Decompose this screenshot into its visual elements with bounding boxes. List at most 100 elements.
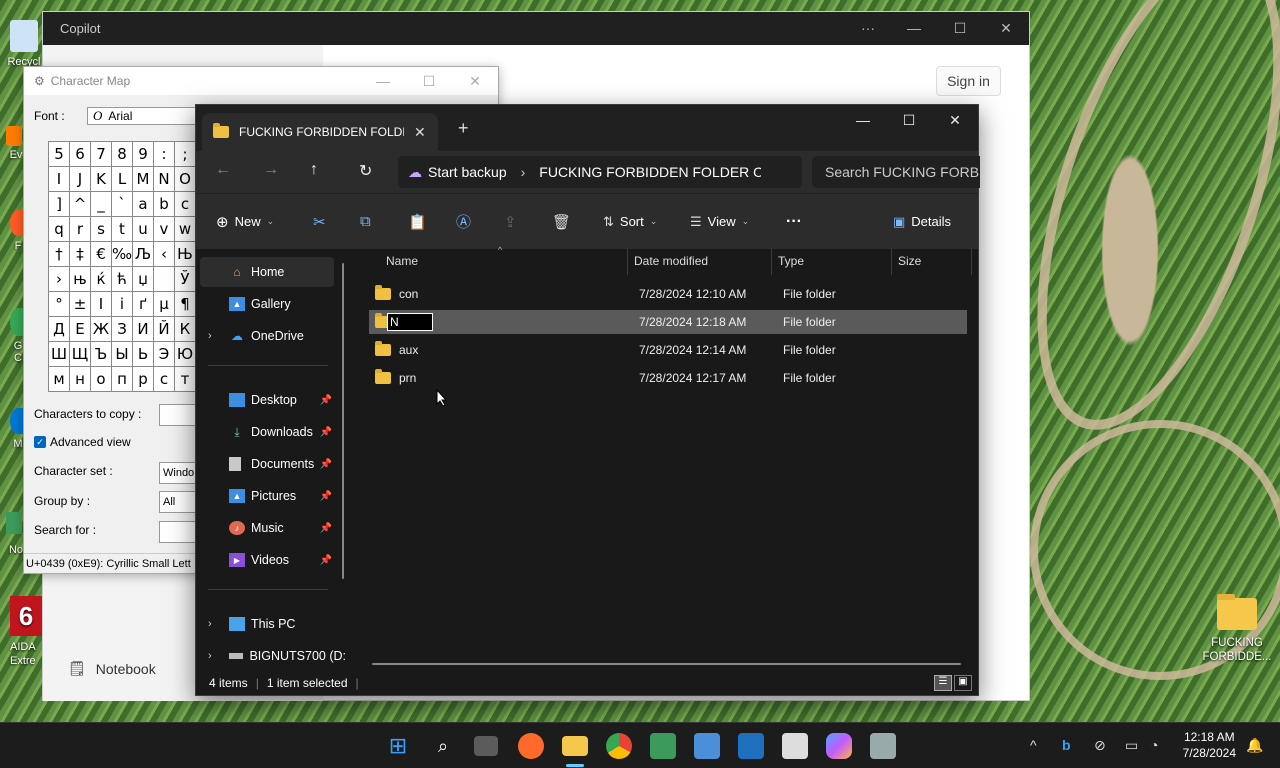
advanced-view-checkbox[interactable]: ✓ Advanced view <box>34 435 131 449</box>
character-cell[interactable]: р <box>133 367 154 392</box>
snipping-tool-taskbar-icon[interactable] <box>782 733 808 759</box>
character-cell[interactable]: І <box>91 292 112 317</box>
character-cell[interactable]: 5 <box>49 142 70 167</box>
back-arrow-icon[interactable]: ← <box>215 161 231 179</box>
character-cell[interactable]: 7 <box>91 142 112 167</box>
start-backup-button[interactable]: Start backup <box>428 164 507 180</box>
copilot-taskbar-icon[interactable] <box>826 733 852 759</box>
notification-bell-icon[interactable]: 🔔 <box>1246 737 1263 754</box>
character-cell[interactable]: s <box>91 217 112 242</box>
column-header-name[interactable]: Name <box>386 249 418 273</box>
pin-icon[interactable]: 📌 <box>320 395 332 406</box>
sidebar-item-downloads[interactable]: ⤓ Downloads 📌 <box>196 417 336 447</box>
column-divider[interactable] <box>971 249 972 275</box>
sidebar-item-drive[interactable]: › BIGNUTS700 (D: <box>196 641 346 671</box>
desktop-folder-icon[interactable]: FUCKING FORBIDDE... <box>1200 594 1274 664</box>
sidebar-item-onedrive[interactable]: › ☁ OneDrive <box>196 321 336 351</box>
character-cell[interactable]: ° <box>49 292 70 317</box>
notebook-button[interactable]: 🗒 Notebook <box>68 660 156 677</box>
characters-to-copy-input[interactable] <box>159 404 199 426</box>
character-cell[interactable]: м <box>49 367 70 392</box>
start-windows-icon[interactable]: ⊞ <box>385 733 411 759</box>
character-cell[interactable]: ‡ <box>70 242 91 267</box>
charmap-minimize-button[interactable]: — <box>360 73 406 90</box>
character-cell[interactable]: ± <box>70 292 91 317</box>
sidebar-item-music[interactable]: ♪ Music 📌 <box>196 513 336 543</box>
character-cell[interactable]: u <box>133 217 154 242</box>
character-cell[interactable]: т <box>175 367 196 392</box>
charmap-maximize-button[interactable]: ☐ <box>406 73 452 90</box>
pin-icon[interactable]: 📌 <box>320 459 332 470</box>
sidebar-item-desktop[interactable]: Desktop 📌 <box>196 385 336 415</box>
character-cell[interactable] <box>154 267 175 292</box>
character-cell[interactable]: Ъ <box>91 342 112 367</box>
chevron-right-icon[interactable]: › <box>208 618 212 630</box>
character-cell[interactable]: Љ <box>133 242 154 267</box>
character-cell[interactable]: Ю <box>175 342 196 367</box>
chevron-up-icon[interactable]: ^ <box>1030 737 1037 753</box>
character-cell[interactable]: џ <box>133 267 154 292</box>
character-cell[interactable]: ^ <box>70 192 91 217</box>
horizontal-scrollbar[interactable] <box>372 663 961 665</box>
charmap-close-button[interactable]: ✕ <box>452 73 498 90</box>
wifi-icon[interactable]: ◔ <box>1150 737 1158 753</box>
sidebar-item-videos[interactable]: ▶ Videos 📌 <box>196 545 336 575</box>
character-cell[interactable]: 9 <box>133 142 154 167</box>
explorer-minimize-button[interactable]: — <box>840 105 886 135</box>
column-divider[interactable] <box>891 249 892 275</box>
sidebar-item-documents[interactable]: Documents 📌 <box>196 449 336 479</box>
address-bar[interactable]: ☁ Start backup › FUCKING FORBIDDEN FOLDE… <box>398 156 802 188</box>
character-cell[interactable]: ; <box>175 142 196 167</box>
notes-taskbar-icon[interactable] <box>694 733 720 759</box>
paste-icon[interactable]: 📋 <box>408 213 427 231</box>
character-cell[interactable]: t <box>112 217 133 242</box>
chevron-right-icon[interactable]: › <box>208 330 212 342</box>
character-cell[interactable]: L <box>112 167 133 192</box>
character-grid[interactable]: 5 6 7 8 9:; I J K L M N O] ^ _ ` a b c q r s t u v w † ‡ € ‰ Љ ‹ Њ › њ ќ ћ џ… <box>48 141 196 392</box>
character-cell[interactable]: q <box>49 217 70 242</box>
tab-close-icon[interactable]: ✕ <box>414 124 426 141</box>
bing-icon[interactable]: b <box>1062 737 1071 753</box>
table-row[interactable]: con 7/28/2024 12:10 AM File folder <box>369 282 967 306</box>
column-header-size[interactable]: Size <box>898 249 921 273</box>
character-cell[interactable]: ‹ <box>154 242 175 267</box>
character-cell[interactable]: ґ <box>133 292 154 317</box>
character-cell[interactable]: K <box>91 167 112 192</box>
search-icon[interactable]: ⌕ <box>430 733 456 759</box>
character-cell[interactable]: Ш <box>49 342 70 367</box>
column-header-date[interactable]: Date modified <box>634 249 708 273</box>
minimize-button[interactable]: — <box>891 20 937 37</box>
character-cell[interactable]: v <box>154 217 175 242</box>
notepad-taskbar-icon[interactable] <box>650 733 676 759</box>
explorer-tab[interactable]: FUCKING FORBIDDEN FOLDER ON WINDOWS ✕ <box>202 113 438 151</box>
maximize-button[interactable]: ☐ <box>937 20 983 37</box>
character-cell[interactable]: Ы <box>112 342 133 367</box>
table-row[interactable]: prn 7/28/2024 12:17 AM File folder <box>369 366 967 390</box>
character-cell[interactable]: Щ <box>70 342 91 367</box>
character-map-taskbar-icon[interactable] <box>870 733 896 759</box>
character-cell[interactable]: ќ <box>91 267 112 292</box>
character-cell[interactable]: a <box>133 192 154 217</box>
character-cell[interactable]: µ <box>154 292 175 317</box>
character-cell[interactable]: ¶ <box>175 292 196 317</box>
table-row-selected[interactable]: N 7/28/2024 12:18 AM File folder <box>369 310 967 334</box>
chrome-taskbar-icon[interactable] <box>606 733 632 759</box>
rename-input[interactable]: N <box>387 313 433 331</box>
details-view-icon[interactable]: ☰ <box>934 675 952 691</box>
file-explorer-taskbar-icon[interactable] <box>562 736 588 756</box>
character-cell[interactable]: К <box>175 317 196 342</box>
character-cell[interactable]: Э <box>154 342 175 367</box>
character-cell[interactable]: З <box>112 317 133 342</box>
copy-icon[interactable]: ⧉ <box>360 213 371 230</box>
column-divider[interactable] <box>627 249 628 275</box>
character-cell[interactable]: п <box>112 367 133 392</box>
column-header-type[interactable]: Type <box>778 249 804 273</box>
character-cell[interactable]: † <box>49 242 70 267</box>
character-cell[interactable]: с <box>154 367 175 392</box>
new-button[interactable]: ⊕ New ⌄ <box>216 213 274 231</box>
character-cell[interactable]: И <box>133 317 154 342</box>
sort-button[interactable]: ⇅ Sort ⌄ <box>603 214 657 230</box>
character-cell[interactable]: ` <box>112 192 133 217</box>
sidebar-item-home[interactable]: ⌂ Home <box>200 257 334 287</box>
table-row[interactable]: aux 7/28/2024 12:14 AM File folder <box>369 338 967 362</box>
